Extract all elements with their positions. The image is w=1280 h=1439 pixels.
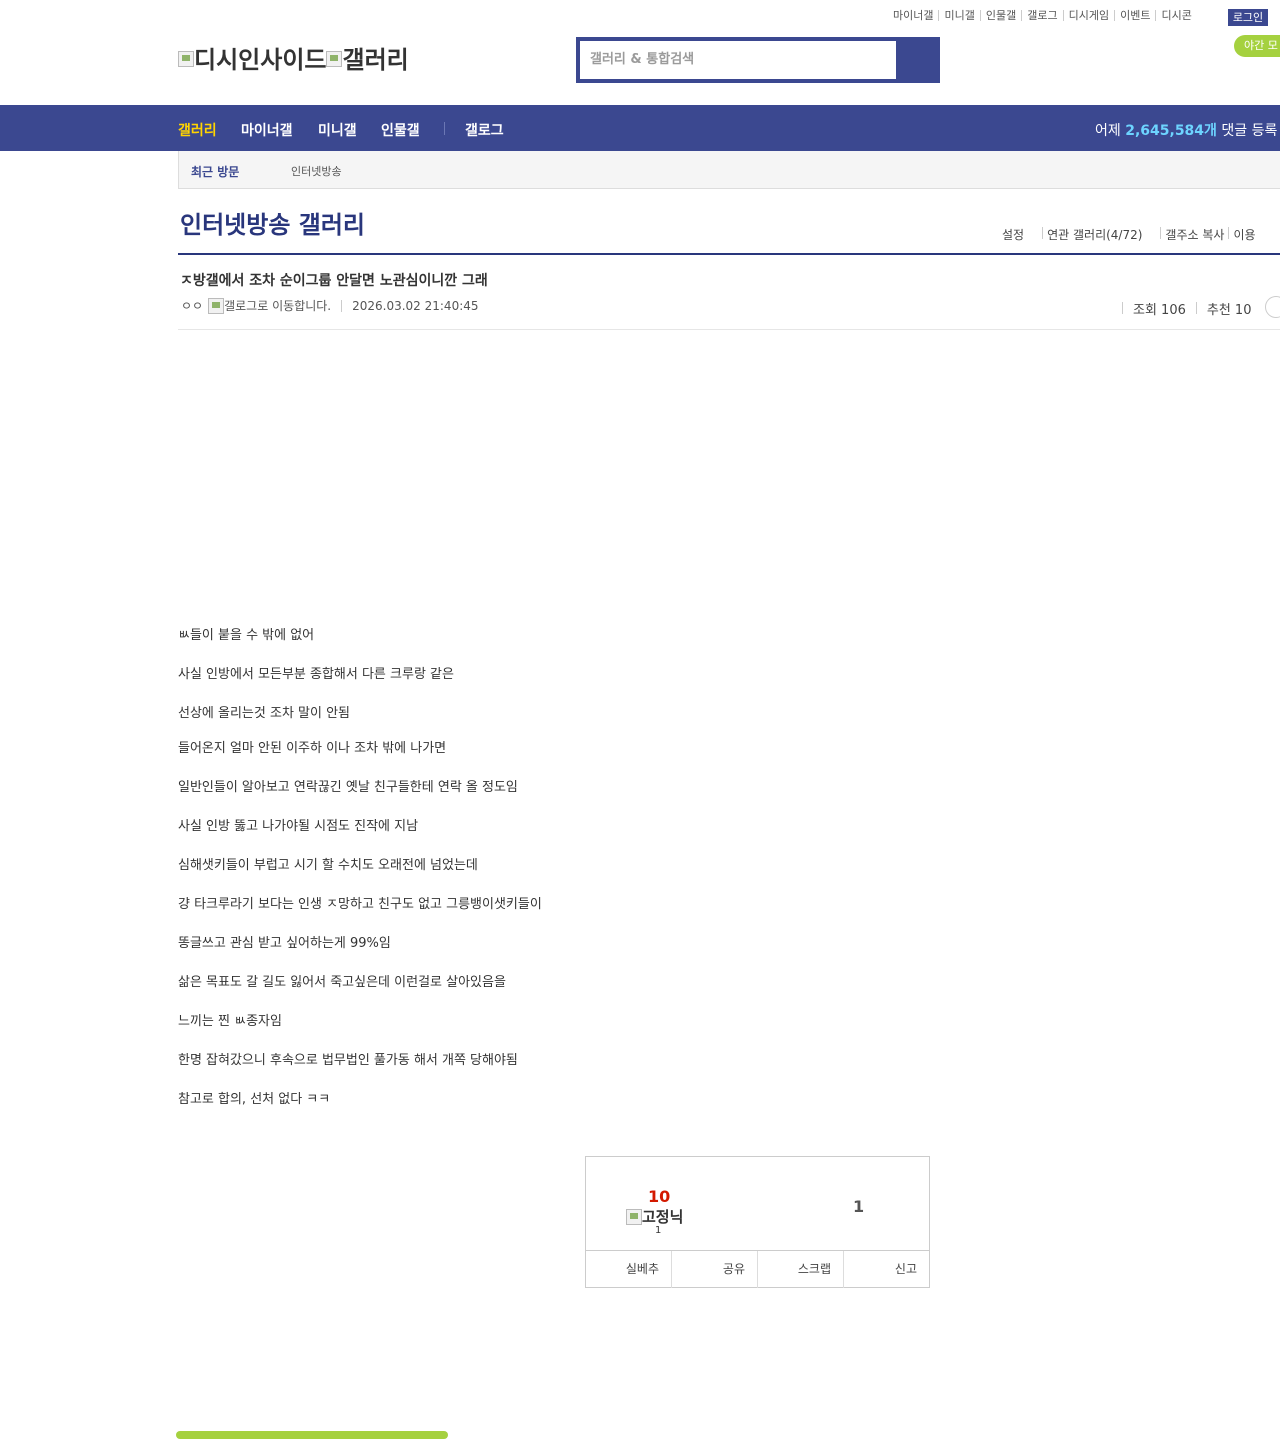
comment-jump-icon[interactable] [1265,296,1280,318]
divider [341,299,343,312]
post-line: 삶은 목표도 갈 길도 잃어서 죽고싶은데 이런걸로 살아있음을 [178,975,506,990]
recent-visit-bar: 최근 방문 인터넷방송 [178,151,1280,189]
fixed-nick-image [626,1208,642,1225]
top-link-dccon[interactable]: 디시콘 [1155,10,1196,21]
search-button[interactable] [896,41,936,79]
post-line: 참고로 합의, 선처 없다 ㅋㅋ [178,1092,331,1107]
post-line: 들어온지 얼마 안된 이주하 이나 조차 밖에 나가면 [178,741,447,756]
stat-value: 2,645,584개 [1125,123,1217,139]
post-line: 심해샛키들이 부럽고 시기 할 수치도 오래전에 넘었는데 [178,858,478,873]
login-button[interactable]: 로그인 [1228,9,1268,26]
recent-visit-label[interactable]: 최근 방문 [191,163,239,180]
post-line: 일반인들이 알아보고 연락끊긴 옛날 친구들한테 연락 올 정도임 [178,780,518,795]
bottom-green-bar [176,1431,448,1439]
post-stats: 조회 106 추천 10 [1122,296,1280,318]
search-icon [896,41,936,79]
fixed-nick-recommend: 고정닉 [626,1206,683,1227]
gallery-menu: 설정 연관 갤러리(4/72) 갤주소 복사 이용 [998,226,1260,243]
top-link-minor[interactable]: 마이너갤 [891,10,938,21]
post-line: 한명 잡혀갔으니 후속으로 법무법인 풀가동 해서 개쪽 당해야됨 [178,1053,518,1068]
share-button[interactable]: 공유 [671,1251,757,1288]
recommend-box: 10 고정닉 1 1 실베추 공유 스크랩 신고 [585,1156,930,1288]
gallery-logo-image [326,50,343,67]
divider [1195,302,1197,314]
post-line: 사실 인방 뚫고 나가야될 시점도 진작에 지남 [178,819,419,834]
gallery-title[interactable]: 인터넷방송 갤러리 [180,205,365,240]
logo-text-gallery: 갤러리 [342,46,409,74]
gallery-settings-link[interactable]: 설정 [998,226,1028,243]
related-galleries-link[interactable]: 연관 갤러리(4/72) [1043,226,1146,243]
gallog-link-alt-text[interactable]: 갤로그로 이동합니다. [224,297,331,314]
post-views: 조회 106 [1133,302,1186,318]
nav-person-gallery[interactable]: 인물갤 [381,120,420,140]
copy-gallery-address-link[interactable]: 갤주소 복사 [1161,226,1228,243]
post-meta: ㅇㅇ 갤로그로 이동합니다. 2026.03.02 21:40:45 [181,297,479,314]
gallog-link-image[interactable] [208,297,225,314]
post-line: 느끼는 찐 ㅄ종자임 [178,1014,282,1029]
nav-gallery[interactable]: 갤러리 [178,120,217,140]
post-line: 똥글쓰고 관심 받고 싶어하는게 99%임 [178,936,391,951]
post-header-divider [178,329,1280,330]
dcinside-logo-image [178,50,194,67]
post-author[interactable]: ㅇㅇ [181,297,203,314]
site-logo[interactable]: 디시인사이드 갤러리 [178,40,409,75]
top-link-gallog[interactable]: 갤로그 [1021,10,1062,21]
usage-link[interactable]: 이용 [1229,226,1259,243]
stat-suffix: 댓글 등록 [1221,123,1278,139]
divider [1122,302,1123,314]
main-nav: 갤러리 마이너갤 미니갤 인물갤 갤로그 어제 2,645,584개 댓글 등록 [0,105,1280,151]
night-mode-button[interactable]: 야간 모 [1234,35,1280,57]
downvote-count[interactable]: 1 [853,1197,864,1216]
report-button[interactable]: 신고 [843,1251,929,1288]
recent-visit-item[interactable]: 인터넷방송 [291,163,342,179]
post-line: ㅄ들이 붙을 수 밖에 없어 [178,628,315,643]
gallery-header-divider [178,253,1280,255]
post-line: 선상에 올리는것 조차 말이 안됨 [178,706,351,721]
post-title: ㅈ방갤에서 조차 순이그룹 안달면 노관심이니깐 그래 [180,273,488,289]
top-links: 마이너갤 미니갤 인물갤 갤로그 디시게임 이벤트 디시콘 [891,10,1197,21]
fixed-nick-count: 1 [655,1225,662,1236]
nav-minor-gallery[interactable]: 마이너갤 [241,120,293,140]
upvote-count[interactable]: 10 [648,1187,670,1206]
logo-text-dcinside: 디시인사이드 [194,46,327,74]
top-link-event[interactable]: 이벤트 [1114,10,1155,21]
search-input[interactable]: 갤러리 & 통합검색 [580,41,896,79]
best-recommend-button[interactable]: 실베추 [586,1251,671,1288]
scrap-button[interactable]: 스크랩 [757,1251,843,1288]
nav-mini-gallery[interactable]: 미니갤 [318,120,357,140]
nav-divider [444,122,445,135]
post-date: 2026.03.02 21:40:45 [352,298,479,313]
comment-stat: 어제 2,645,584개 댓글 등록 [1095,120,1277,140]
post-actions: 실베추 공유 스크랩 신고 [586,1250,929,1288]
top-link-mini[interactable]: 미니갤 [938,10,979,21]
post-line: 사실 인방에서 모든부분 종합해서 다른 크루랑 같은 [178,667,454,682]
nav-gallog[interactable]: 갤로그 [465,120,504,140]
fixed-nick-alt-text: 고정닉 [642,1208,684,1226]
post-recommend-count: 추천 10 [1206,302,1252,318]
post-line: 걍 타크루라기 보다는 인생 ㅈ망하고 친구도 없고 그릉뱅이샛키들이 [178,897,542,912]
top-link-person[interactable]: 인물갤 [979,10,1021,21]
search-box: 갤러리 & 통합검색 [576,37,940,83]
top-link-game[interactable]: 디시게임 [1062,10,1114,21]
stat-prefix: 어제 [1095,123,1121,139]
